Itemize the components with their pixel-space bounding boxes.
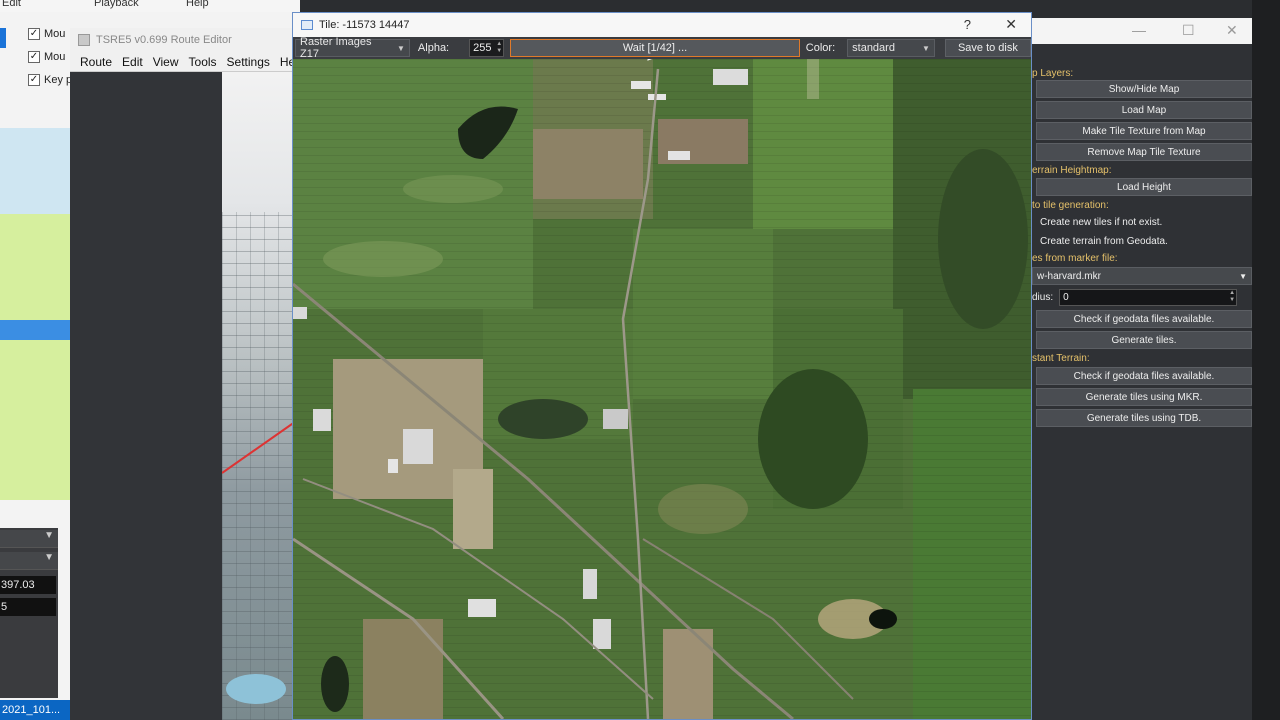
bg-check-label: Mou [44,50,66,63]
remove-map-tile-texture-button[interactable]: Remove Map Tile Texture [1036,143,1252,161]
satellite-imagery [293,59,1031,719]
terrain-heightmap-label: errain Heightmap: [1032,165,1112,176]
show-hide-map-button[interactable]: Show/Hide Map [1036,80,1252,98]
background-menubar: Edit Playback Help [0,0,300,12]
generate-tiles-mkr-button[interactable]: Generate tiles using MKR. [1036,388,1252,406]
auto-tile-generation-label: to tile generation: [1032,200,1109,211]
bg-value-field[interactable]: 5 [0,598,56,616]
marker-file-value: w-harvard.mkr [1037,270,1101,282]
tile-dialog: Tile: -11573 14447 ? ✕ Raster Images Z17… [292,12,1032,720]
spin-arrows-icon[interactable]: ▲ ▼ [496,41,503,55]
satellite-map-view[interactable] [293,59,1031,719]
radius-value: 0 [1063,291,1069,303]
progress-text: Wait [1/42] ... [622,42,688,54]
help-icon[interactable]: ? [964,17,971,32]
bg-value-field[interactable]: 397.03 [0,576,56,594]
close-icon[interactable]: ✕ [1005,16,1017,33]
radius-label: dius: [1032,291,1054,303]
chevron-down-icon: ▼ [1239,271,1247,281]
close-icon[interactable]: ✕ [1226,22,1238,39]
alpha-value: 255 [473,42,492,54]
bg-checkbox-list: ✓ Mou ✓ Mou ✓ Key p [28,22,72,91]
minimize-icon[interactable]: — [1132,22,1146,38]
bg-menu-help[interactable]: Help [186,0,209,9]
maximize-icon[interactable]: ☐ [1182,22,1195,39]
make-tile-texture-button[interactable]: Make Tile Texture from Map [1036,122,1252,140]
checkbox-checked-icon[interactable]: ✓ [28,73,40,86]
route-editor-titlebar[interactable]: TSRE5 v0.699 Route Editor [70,28,300,52]
checkbox-checked-icon[interactable]: ✓ [28,27,40,40]
tile-dialog-titlebar[interactable]: Tile: -11573 14447 ? ✕ [293,13,1031,37]
bg-dark-panel: ▼ ▼ 397.03 5 [0,528,58,698]
load-map-button[interactable]: Load Map [1036,101,1252,119]
bg-menu-playback[interactable]: Playback [94,0,139,9]
map-layers-label: p Layers: [1032,68,1074,79]
download-progress-bar: Wait [1/42] ... [510,39,800,57]
panel-body: p Layers: Show/Hide Map Load Map Make Ti… [1032,44,1258,720]
tile-toolbar: Raster Images Z17 ▼ Alpha: 255 ▲ ▼ Wait [… [293,36,1031,60]
route-editor-window: TSRE5 v0.699 Route Editor Route Edit Vie… [70,28,300,720]
bg-dropdown[interactable]: ▼ [0,530,58,548]
check-geodata-button[interactable]: Check if geodata files available. [1036,310,1252,328]
bg-panel-lime [0,340,72,500]
tile-dialog-title: Tile: -11573 14447 [319,19,410,31]
window-icon [301,20,313,30]
layer-select-value: Raster Images Z17 [300,36,372,60]
terrain-tools-panel: — ☐ ✕ p Layers: Show/Hide Map Load Map M… [1032,18,1258,720]
bg-check-row[interactable]: ✓ Mou [28,22,72,45]
checkbox-checked-icon[interactable]: ✓ [28,50,40,63]
radius-row: dius: 0 ▲ ▼ [1032,288,1252,306]
create-terrain-geodata-checkbox[interactable]: Create terrain from Geodata. [1040,236,1168,247]
bg-file-label[interactable]: 2021_101... [0,700,70,720]
color-label: Color: [805,42,836,54]
bg-panel-lime [0,214,72,320]
tiles-from-marker-label: es from marker file: [1032,253,1118,264]
menu-view[interactable]: View [153,55,179,69]
load-height-button[interactable]: Load Height [1036,178,1252,196]
3d-viewport[interactable] [222,72,300,720]
save-to-disk-button[interactable]: Save to disk [944,39,1031,57]
menu-edit[interactable]: Edit [122,55,143,69]
menu-settings[interactable]: Settings [227,55,270,69]
bg-menu-edit[interactable]: Edit [2,0,21,9]
bg-dropdown[interactable]: ▼ [0,552,58,570]
generate-tiles-tdb-button[interactable]: Generate tiles using TDB. [1036,409,1252,427]
background-edge [1252,0,1280,720]
alpha-label: Alpha: [417,42,450,54]
chevron-down-icon: ▼ [921,43,930,53]
chevron-down-icon: ▼ [44,552,54,563]
route-editor-title: TSRE5 v0.699 Route Editor [96,34,232,46]
bg-check-label: Key p [44,73,73,86]
color-select[interactable]: standard ▼ [847,39,935,57]
panel-titlebar[interactable]: — ☐ ✕ [1032,18,1252,44]
menu-route[interactable]: Route [80,55,112,69]
marker-file-select[interactable]: w-harvard.mkr ▼ [1032,267,1252,285]
spin-arrows-icon[interactable]: ▲ ▼ [1229,290,1236,304]
create-new-tiles-checkbox[interactable]: Create new tiles if not exist. [1040,217,1162,228]
route-editor-sidebar [70,72,222,720]
generate-tiles-button[interactable]: Generate tiles. [1036,331,1252,349]
bg-accent-strip [0,28,6,48]
bg-check-row[interactable]: ✓ Key p [28,68,72,91]
bg-panel-lightblue [0,128,72,214]
alpha-spinbox[interactable]: 255 ▲ ▼ [469,39,505,57]
check-geodata-distant-button[interactable]: Check if geodata files available. [1036,367,1252,385]
water-body [226,674,286,704]
color-select-value: standard [852,42,895,54]
radius-spinbox[interactable]: 0 ▲ ▼ [1059,288,1238,306]
layer-select[interactable]: Raster Images Z17 ▼ [295,36,410,60]
bg-check-label: Mou [44,27,66,40]
app-icon [78,34,90,46]
route-editor-menubar: Route Edit View Tools Settings He [70,52,300,72]
chevron-down-icon: ▼ [397,43,405,53]
chevron-down-icon: ▼ [44,530,54,541]
bg-selected-row[interactable] [0,320,72,340]
menu-tools[interactable]: Tools [189,55,217,69]
distant-terrain-label: stant Terrain: [1032,353,1090,364]
bg-check-row[interactable]: ✓ Mou [28,45,72,68]
